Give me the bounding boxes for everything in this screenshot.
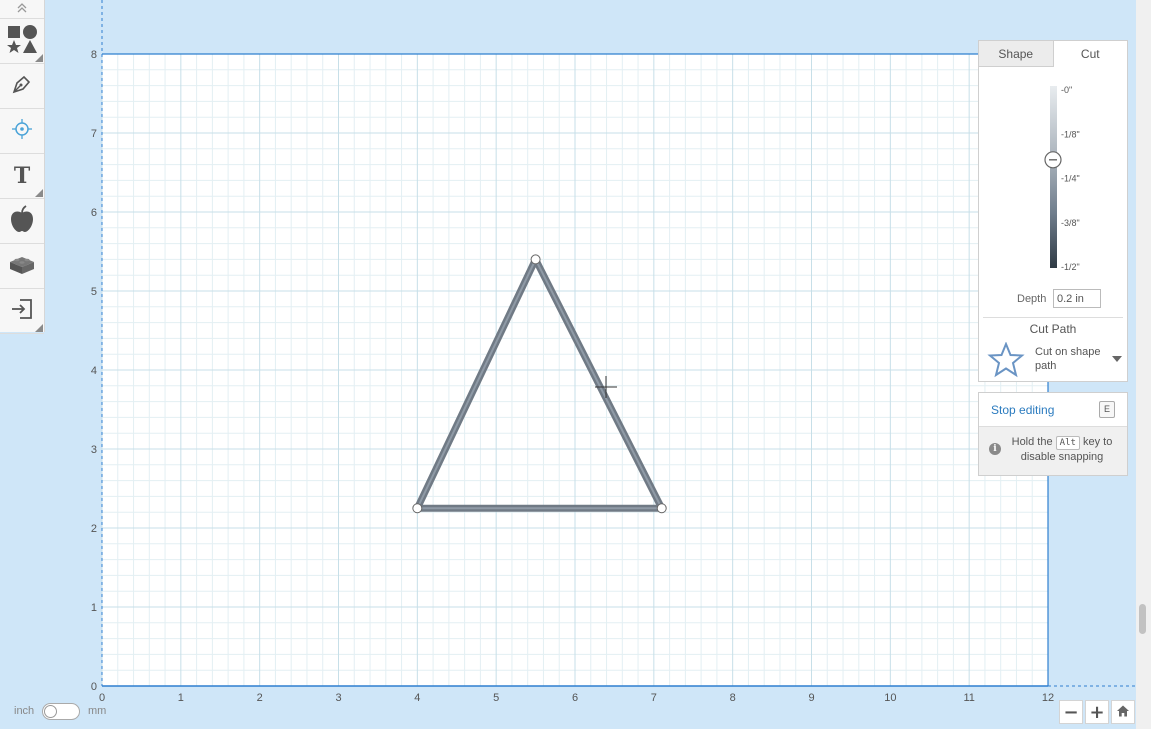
info-icon: i	[989, 443, 1001, 455]
x-tick-label: 11	[963, 692, 974, 704]
text-icon: T	[13, 163, 31, 189]
apps-tool[interactable]	[0, 244, 44, 289]
x-tick-label: 12	[1042, 692, 1054, 704]
x-tick-label: 7	[651, 692, 657, 704]
tool-submenu-indicator	[35, 324, 43, 332]
chevron-down-icon	[1112, 356, 1122, 362]
shortcut-key-badge: E	[1099, 401, 1115, 418]
depth-scale-ticks: -0" -1/8" -1/4" -3/8" -1/2"	[1061, 85, 1080, 272]
y-tick-label: 2	[91, 523, 97, 535]
shapes-icon	[6, 23, 38, 60]
home-icon	[1116, 702, 1130, 723]
tool-submenu-indicator	[35, 189, 43, 197]
x-tick-label: 1	[178, 692, 184, 704]
import-tool[interactable]	[0, 289, 44, 334]
units-toggle[interactable]	[42, 703, 80, 720]
lego-brick-icon	[8, 252, 36, 281]
panel-divider	[983, 317, 1123, 318]
zoom-in-button[interactable]: +	[1085, 700, 1109, 724]
tab-cut[interactable]: Cut	[1053, 41, 1127, 67]
depth-slider[interactable]: -0" -1/8" -1/4" -3/8" -1/2"	[979, 81, 1127, 281]
y-tick-label: 7	[91, 128, 97, 140]
x-tick-label: 0	[99, 692, 105, 704]
units-toggle-knob	[44, 705, 57, 718]
depth-tick-label: -1/4"	[1061, 174, 1080, 184]
depth-slider-handle[interactable]	[1044, 151, 1062, 169]
point-tool[interactable]	[0, 109, 44, 154]
properties-panel: Shape Cut -0" -1/8" -1/4" -3/8" -1/2" Depth …	[978, 40, 1128, 382]
y-tick-label: 1	[91, 602, 97, 614]
y-tick-label: 8	[91, 49, 97, 61]
stop-editing-link[interactable]: Stop editing	[991, 403, 1054, 417]
y-tick-label: 4	[91, 365, 97, 377]
collapse-toolbar-button[interactable]	[0, 0, 44, 19]
x-tick-label: 9	[808, 692, 814, 704]
depth-tick-label: -3/8"	[1061, 218, 1080, 228]
text-tool[interactable]: T	[0, 154, 44, 199]
depth-tick-label: -1/8"	[1061, 129, 1080, 139]
x-tick-label: 10	[884, 692, 896, 704]
icons-tool[interactable]	[0, 199, 44, 244]
y-tick-label: 5	[91, 286, 97, 298]
depth-label: Depth	[1017, 293, 1047, 305]
vertex-handle[interactable]	[530, 254, 541, 265]
import-icon	[10, 297, 34, 326]
depth-input[interactable]	[1053, 289, 1101, 308]
depth-tick-label: -1/2"	[1061, 262, 1080, 272]
y-tick-label: 6	[91, 207, 97, 219]
cut-path-select[interactable]: Cut on shape path	[979, 341, 1127, 379]
x-tick-label: 4	[414, 692, 420, 704]
edit-mode-panel: Stop editing E i Hold the Alt key to dis…	[978, 392, 1128, 476]
x-tick-label: 2	[257, 692, 263, 704]
cut-path-value: Cut on shape path	[1035, 346, 1101, 372]
pen-nib-icon	[11, 73, 33, 100]
design-canvas[interactable]: 0 1 2 3 4 5 6 7 8 9 10 11 12 012345678	[0, 0, 1136, 729]
vertex-handle[interactable]	[412, 503, 423, 514]
shapes-tool[interactable]	[0, 19, 44, 64]
tab-shape[interactable]: Shape	[979, 41, 1054, 67]
vertex-handle[interactable]	[656, 503, 667, 514]
y-tick-label: 3	[91, 444, 97, 456]
target-icon	[10, 117, 34, 146]
y-tick-label: 0	[91, 681, 97, 693]
x-tick-label: 6	[572, 692, 578, 704]
scrollbar-thumb[interactable]	[1139, 604, 1146, 634]
zoom-controls: − +	[1057, 700, 1135, 724]
x-tick-label: 3	[335, 692, 341, 704]
panel-tabs: Shape Cut	[979, 41, 1127, 67]
x-tick-label: 8	[730, 692, 736, 704]
chevrons-up-icon	[17, 2, 27, 16]
star-icon	[987, 341, 1025, 383]
x-tick-label: 5	[493, 692, 499, 704]
zoom-out-button[interactable]: −	[1059, 700, 1083, 724]
alt-key-badge: Alt	[1055, 436, 1080, 450]
unit-mm-label: mm	[88, 705, 107, 717]
depth-tick-label: -0"	[1061, 85, 1072, 95]
tool-submenu-indicator	[35, 54, 43, 62]
hint-text-start: Hold the	[1011, 436, 1053, 448]
zoom-home-button[interactable]	[1111, 700, 1135, 724]
tool-sidebar: T	[0, 0, 45, 334]
pen-tool[interactable]	[0, 64, 44, 109]
cut-path-title: Cut Path	[1029, 322, 1077, 336]
unit-inch-label: inch	[14, 705, 35, 717]
apple-icon	[9, 204, 35, 238]
